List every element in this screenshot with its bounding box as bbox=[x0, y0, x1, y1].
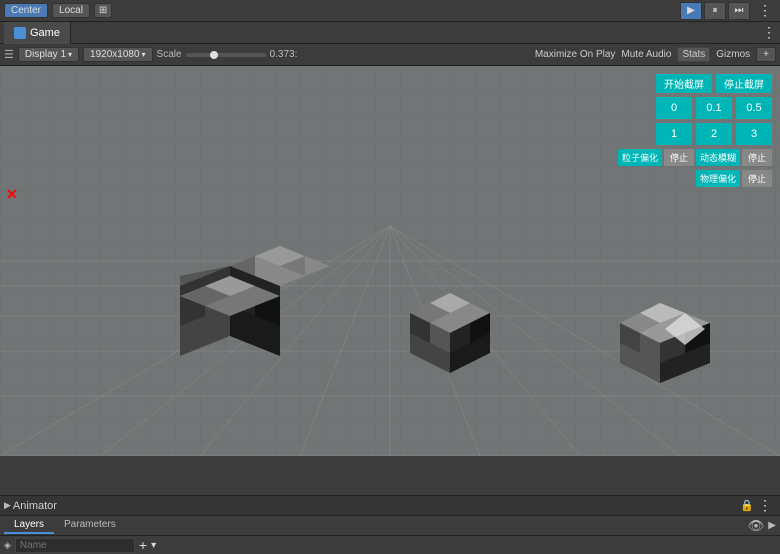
num-2-button[interactable]: 2 bbox=[696, 123, 732, 145]
center-button[interactable]: Center bbox=[4, 3, 48, 18]
animator-panel: ▶ Animator 🔒 ⋮ Layers Parameters 👁 ▶ ◈ +… bbox=[0, 495, 780, 547]
particle-row: 粒子偏化 停止 动态模糊 停止 bbox=[618, 149, 772, 166]
lock-button[interactable]: 🔒 bbox=[740, 499, 754, 512]
resolution-dropdown[interactable]: 1920x1080 ▾ bbox=[83, 47, 153, 62]
start-capture-button[interactable]: 开始截屏 bbox=[656, 74, 712, 93]
name-row-icon: ◈ bbox=[4, 540, 11, 551]
game-tab[interactable]: Game bbox=[4, 22, 71, 44]
capture-buttons-row: 开始截屏 停止截屏 bbox=[618, 74, 772, 93]
scale-label: Scale bbox=[157, 49, 182, 60]
name-row: ◈ + ▾ bbox=[0, 536, 780, 554]
game-tab-bar: Game ⋮ bbox=[0, 22, 780, 44]
anim-tab-right: 👁 ▶ bbox=[748, 518, 776, 534]
tab-layers[interactable]: Layers bbox=[4, 517, 54, 534]
tab-parameters[interactable]: Parameters bbox=[54, 517, 126, 534]
scroll-right-button[interactable]: ▶ bbox=[768, 520, 776, 531]
game-viewport: ✕ 开始截屏 停止截屏 0 0.1 0.5 1 2 3 粒子偏化 停止 动态模糊… bbox=[0, 66, 780, 456]
scale-thumb bbox=[210, 51, 218, 59]
local-button[interactable]: Local bbox=[52, 3, 90, 18]
stop-2-button[interactable]: 停止 bbox=[742, 149, 772, 166]
resolution-arrow: ▾ bbox=[142, 50, 146, 59]
play-button[interactable]: ▶ bbox=[680, 2, 702, 20]
layer-options-button[interactable]: ▾ bbox=[151, 540, 156, 551]
num-1-button[interactable]: 1 bbox=[656, 123, 692, 145]
mute-button[interactable]: Mute Audio bbox=[621, 49, 671, 60]
game-tab-label: Game bbox=[30, 27, 60, 39]
num-3-button[interactable]: 3 bbox=[736, 123, 772, 145]
options-right: Maximize On Play Mute Audio Stats Gizmos… bbox=[535, 47, 776, 62]
scale-area: Scale 0.373: bbox=[157, 49, 298, 60]
animator-dots-button[interactable]: ⋮ bbox=[754, 497, 776, 514]
pause-button[interactable]: ⏸ bbox=[704, 2, 726, 20]
step-button[interactable]: ⏭ bbox=[728, 2, 750, 20]
num-0-button[interactable]: 0 bbox=[656, 97, 692, 119]
game-ui-overlay: 开始截屏 停止截屏 0 0.1 0.5 1 2 3 粒子偏化 停止 动态模糊 停… bbox=[618, 74, 772, 187]
add-display-button[interactable]: + bbox=[756, 47, 776, 62]
scale-slider[interactable] bbox=[186, 53, 266, 57]
tab-dots-button[interactable]: ⋮ bbox=[762, 24, 776, 41]
numbers-row-2: 1 2 3 bbox=[618, 123, 772, 145]
numbers-row-1: 0 0.1 0.5 bbox=[618, 97, 772, 119]
name-input[interactable] bbox=[15, 538, 135, 553]
add-layer-button[interactable]: + bbox=[139, 537, 147, 553]
maximize-button[interactable]: Maximize On Play bbox=[535, 49, 616, 60]
animator-tabs: Layers Parameters 👁 ▶ bbox=[0, 516, 780, 536]
red-x-indicator: ✕ bbox=[6, 186, 18, 203]
options-bar: ☰ Display 1 ▾ 1920x1080 ▾ Scale 0.373: M… bbox=[0, 44, 780, 66]
stop-3-button[interactable]: 停止 bbox=[742, 170, 772, 187]
gizmos-button[interactable]: Gizmos bbox=[716, 49, 750, 60]
motion-blur-button[interactable]: 动态模糊 bbox=[696, 149, 740, 166]
stop-capture-button[interactable]: 停止截屏 bbox=[716, 74, 772, 93]
batch-row: 物理偏化 停止 bbox=[618, 170, 772, 187]
animator-title-label: Animator bbox=[13, 500, 57, 512]
num-01-button[interactable]: 0.1 bbox=[696, 97, 732, 119]
top-toolbar: Center Local ⊞ ▶ ⏸ ⏭ ⋮ bbox=[0, 0, 780, 22]
particle-sim-button[interactable]: 粒子偏化 bbox=[618, 149, 662, 166]
display-icon: ☰ bbox=[4, 48, 14, 61]
num-05-button[interactable]: 0.5 bbox=[736, 97, 772, 119]
batch-sim-button[interactable]: 物理偏化 bbox=[696, 170, 740, 187]
display-dropdown[interactable]: Display 1 ▾ bbox=[18, 47, 79, 62]
toolbar-dots-button[interactable]: ⋮ bbox=[754, 2, 776, 19]
game-tab-icon bbox=[14, 27, 26, 39]
icon-tool-button[interactable]: ⊞ bbox=[94, 3, 112, 18]
scale-value: 0.373: bbox=[270, 49, 298, 60]
animator-title-bar: ▶ Animator 🔒 ⋮ bbox=[0, 496, 780, 516]
stop-1-button[interactable]: 停止 bbox=[664, 149, 694, 166]
visibility-button[interactable]: 👁 bbox=[748, 518, 765, 534]
animator-title-icon: ▶ bbox=[4, 500, 11, 511]
play-controls: ▶ ⏸ ⏭ bbox=[680, 2, 750, 20]
stats-button[interactable]: Stats bbox=[677, 47, 710, 62]
display-arrow: ▾ bbox=[68, 50, 72, 59]
